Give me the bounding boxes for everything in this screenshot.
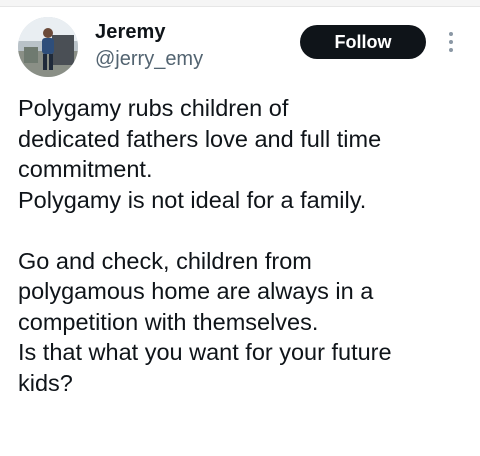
dot — [449, 48, 453, 52]
avatar-photo-icon — [18, 17, 78, 77]
more-options-icon[interactable] — [440, 27, 462, 57]
tweet-line: Polygamy is not ideal for a family. — [18, 186, 367, 213]
tweet-line: competition with themselves. — [18, 308, 319, 335]
tweet-line: dedicated fathers love and full time — [18, 125, 382, 152]
top-divider — [0, 0, 480, 7]
author-name[interactable]: Jeremy — [95, 21, 166, 44]
avatar[interactable] — [18, 17, 78, 77]
dot — [449, 40, 453, 44]
tweet-text: Polygamy rubs children of dedicated fath… — [18, 93, 468, 398]
tweet-line: polygamous home are always in a — [18, 278, 374, 304]
tweet-line: kids? — [18, 369, 73, 396]
tweet: Jeremy @jerry_emy Follow Polygamy rubs c… — [0, 7, 480, 456]
tweet-line: commitment. — [18, 156, 153, 182]
follow-button[interactable]: Follow — [300, 25, 426, 59]
author-handle[interactable]: @jerry_emy — [95, 48, 203, 71]
tweet-line: Go and check, children from — [18, 247, 312, 274]
tweet-line: Polygamy rubs children of — [18, 95, 289, 121]
tweet-line: Is that what you want for your future — [18, 339, 392, 365]
dot — [449, 32, 453, 36]
